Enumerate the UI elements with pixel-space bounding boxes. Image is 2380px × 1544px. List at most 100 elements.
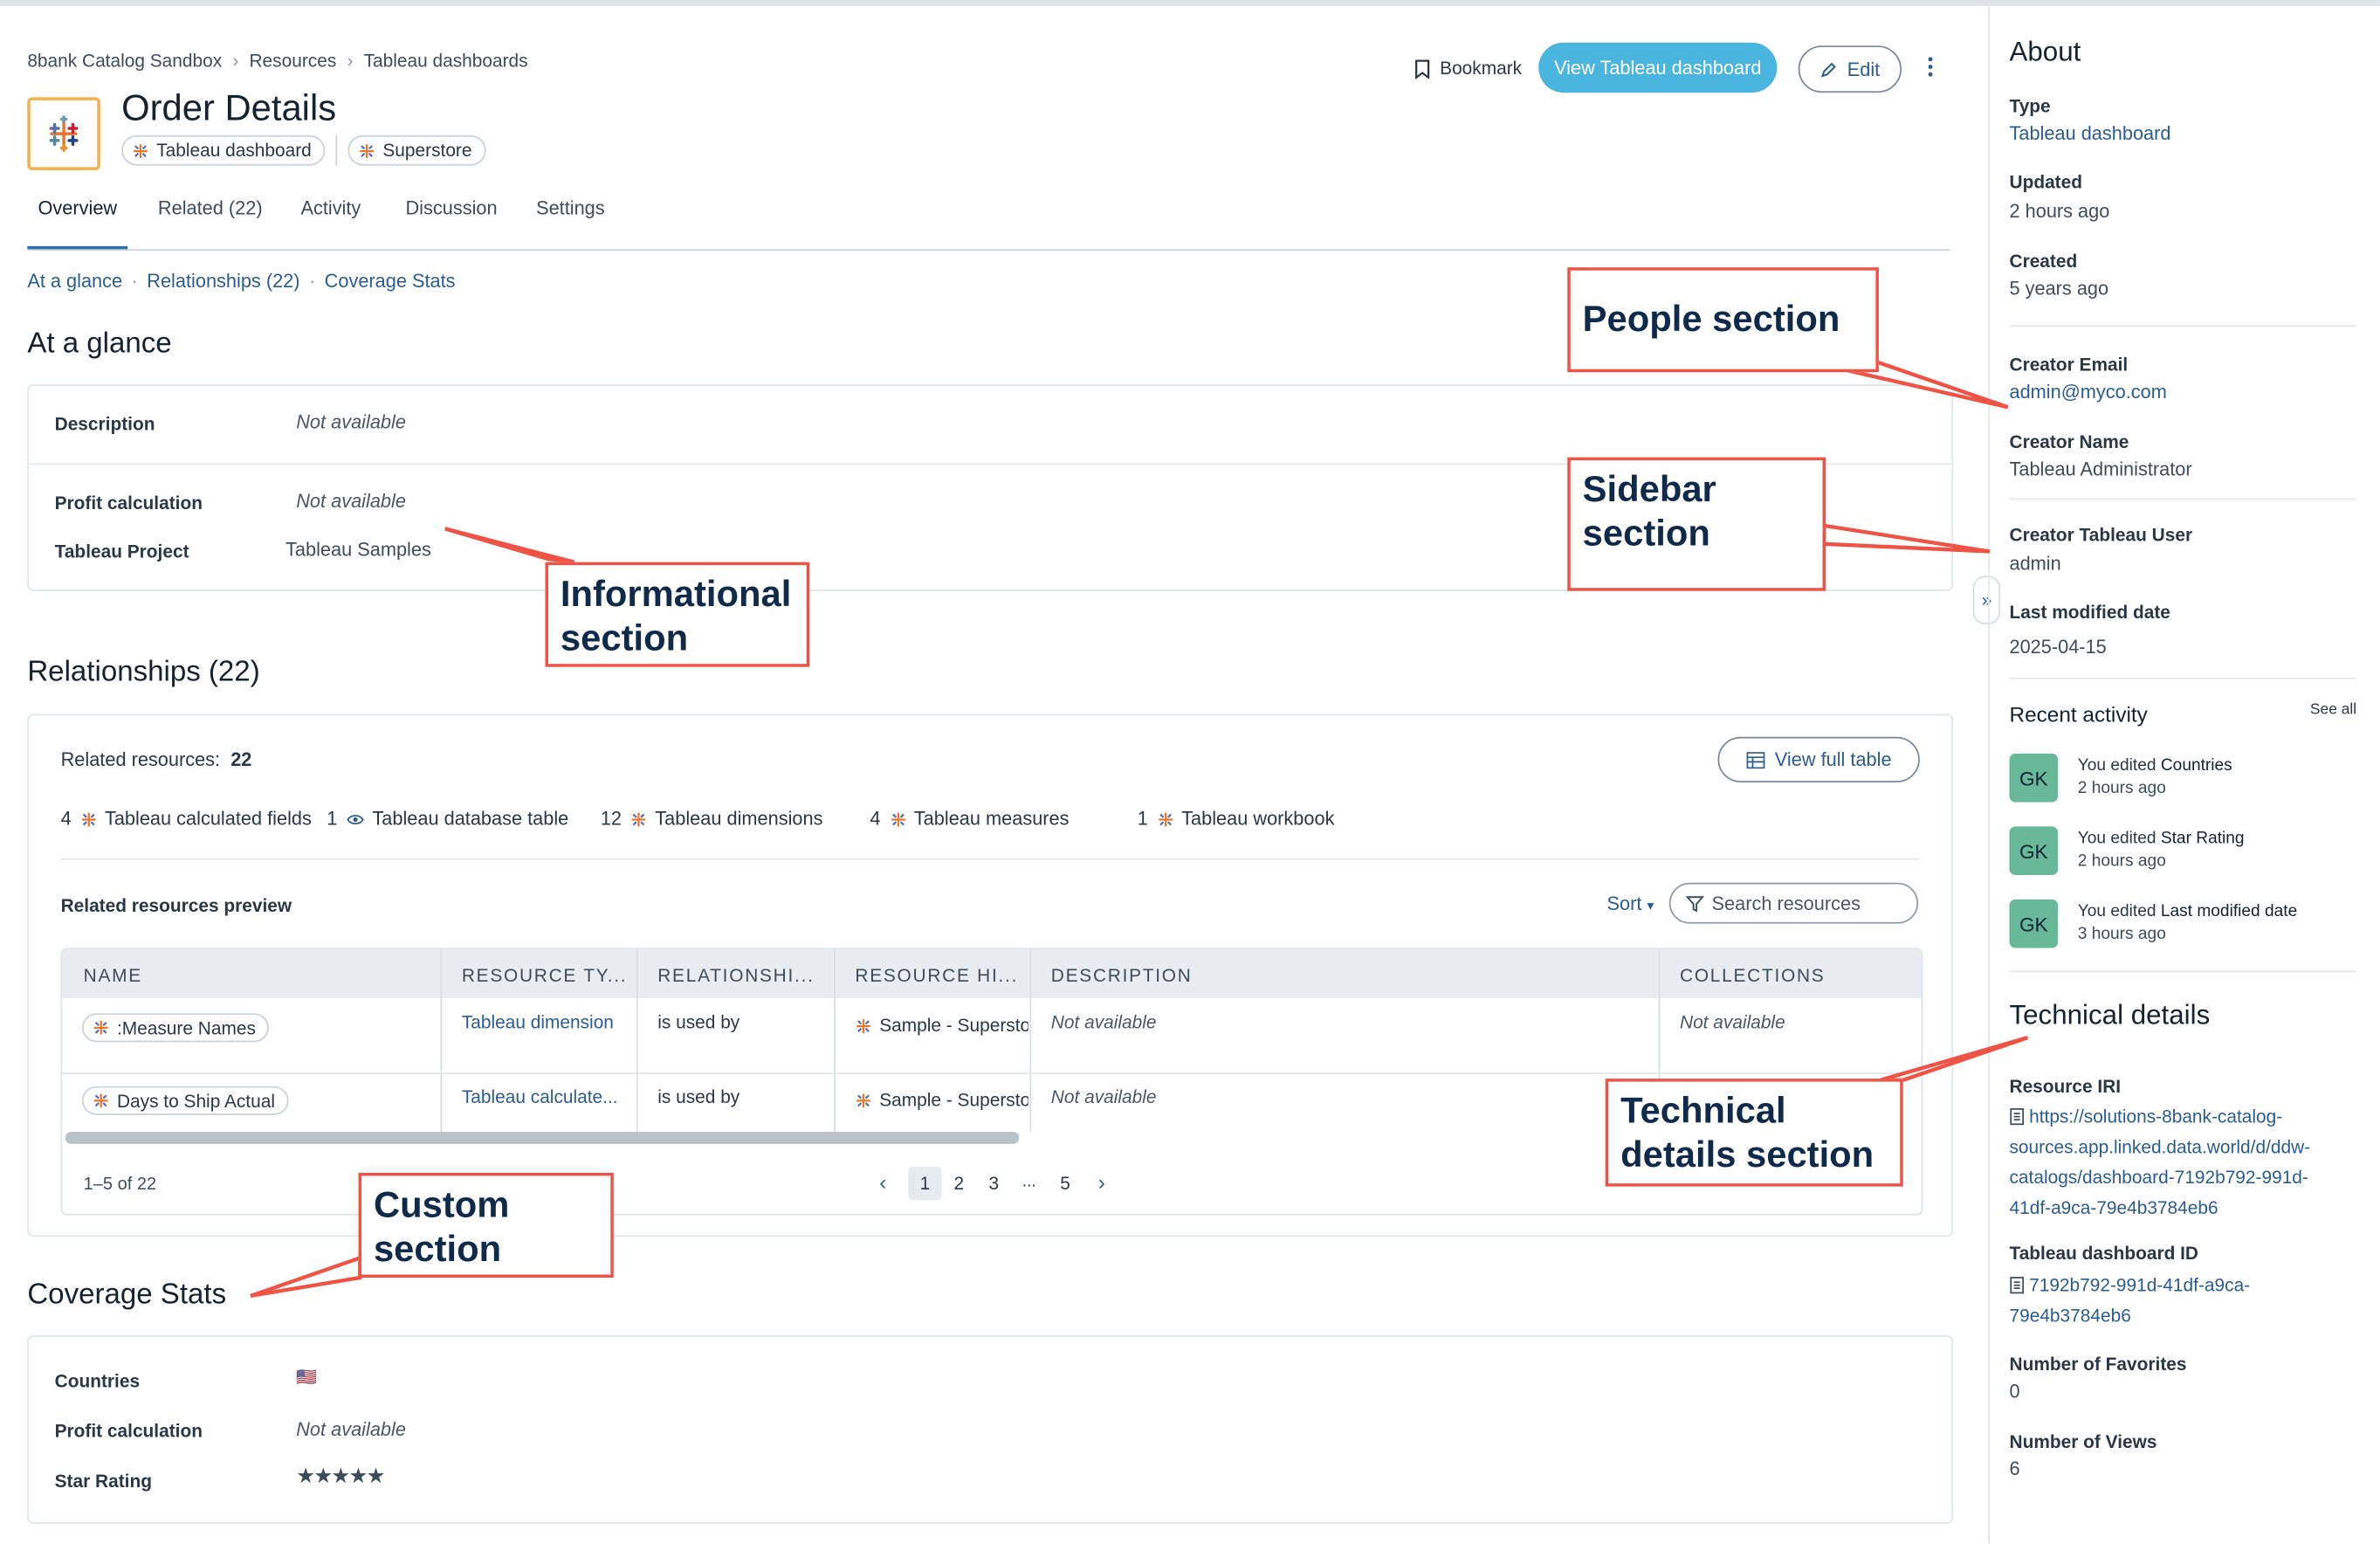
tab-overview[interactable]: Overview bbox=[38, 197, 117, 218]
anchor-relationships[interactable]: Relationships (22) bbox=[147, 271, 299, 292]
page-2-button[interactable]: 2 bbox=[953, 1173, 964, 1194]
project-chip-label: Superstore bbox=[382, 140, 472, 162]
activity-item[interactable]: GK You edited Star Rating 2 hours ago bbox=[2009, 826, 2245, 876]
tableau-icon bbox=[93, 1093, 109, 1109]
hierarchy-label: Sample - Superstore bbox=[879, 1089, 1028, 1111]
related-resources-count: Related resources: 22 bbox=[61, 749, 252, 770]
count-value: 4 bbox=[60, 808, 72, 830]
tableau-project-value: Tableau Samples bbox=[285, 539, 431, 561]
relationship-value: is used by bbox=[657, 1086, 740, 1108]
breadcrumb-item-catalog[interactable]: 8bank Catalog Sandbox bbox=[27, 50, 222, 71]
col-collections-header[interactable]: COLLECTIONS bbox=[1680, 965, 1893, 986]
tableau-icon bbox=[890, 810, 906, 827]
activity-prefix: You edited bbox=[2077, 902, 2161, 921]
project-chip[interactable]: Superstore bbox=[347, 134, 486, 166]
at-a-glance-heading: At a glance bbox=[27, 327, 172, 361]
avatar: GK bbox=[2009, 753, 2059, 803]
filter-icon bbox=[1685, 895, 1704, 912]
description-value: Not available bbox=[1050, 1086, 1157, 1108]
bookmark-button[interactable]: Bookmark bbox=[1414, 58, 1523, 79]
activity-time: 2 hours ago bbox=[2077, 779, 2166, 798]
bookmark-label: Bookmark bbox=[1440, 58, 1523, 79]
avatar: GK bbox=[2009, 899, 2059, 948]
created-label: Created bbox=[2009, 251, 2078, 272]
page-5-button[interactable]: 5 bbox=[1060, 1173, 1070, 1194]
resource-iri-link[interactable]: https://solutions-8bank-catalog- sources… bbox=[2009, 1101, 2310, 1223]
breadcrumb-item-resources[interactable]: Resources bbox=[249, 50, 336, 71]
creator-name-value: Tableau Administrator bbox=[2009, 458, 2192, 480]
copy-icon[interactable] bbox=[2009, 1276, 2025, 1294]
activity-text: You edited Countries bbox=[2078, 756, 2232, 775]
creator-user-value: admin bbox=[2009, 553, 2061, 575]
activity-item[interactable]: GK You edited Countries 2 hours ago bbox=[2009, 753, 2232, 803]
tab-activity[interactable]: Activity bbox=[300, 197, 361, 218]
view-dashboard-button[interactable]: View Tableau dashboard bbox=[1538, 42, 1778, 93]
creator-email-link[interactable]: admin@myco.com bbox=[2009, 382, 2166, 403]
table-row[interactable]: :Measure Names Tableau dimension is used… bbox=[62, 998, 1922, 1074]
type-link[interactable]: Tableau dashboard bbox=[2009, 123, 2170, 144]
tab-related[interactable]: Related (22) bbox=[158, 197, 263, 218]
chevron-left-icon[interactable]: ‹ bbox=[879, 1169, 894, 1194]
tableau-icon bbox=[1157, 810, 1173, 827]
profit-calc-label: Profit calculation bbox=[54, 492, 203, 514]
about-heading: About bbox=[2009, 36, 2081, 67]
last-modified-value: 2025-04-15 bbox=[2009, 636, 2107, 658]
tab-settings[interactable]: Settings bbox=[536, 197, 605, 218]
col-relationship-header[interactable]: RELATIONSHI... bbox=[657, 965, 828, 986]
type-chip[interactable]: Tableau dashboard bbox=[121, 134, 326, 166]
activity-target[interactable]: Star Rating bbox=[2161, 830, 2245, 848]
activity-target[interactable]: Countries bbox=[2161, 756, 2232, 775]
col-description-header[interactable]: DESCRIPTION bbox=[1051, 965, 1355, 986]
view-full-table-button[interactable]: View full table bbox=[1717, 736, 1920, 782]
see-all-link[interactable]: See all bbox=[2310, 702, 2356, 719]
tableau-icon bbox=[630, 810, 647, 827]
kebab-menu-icon[interactable] bbox=[1923, 55, 1937, 79]
breadcrumb-item-dashboards[interactable]: Tableau dashboards bbox=[364, 50, 528, 71]
page-1-button[interactable]: 1 bbox=[908, 1167, 942, 1201]
count-link-measures[interactable]: Tableau measures bbox=[914, 808, 1070, 829]
dashboard-id-label: Tableau dashboard ID bbox=[2009, 1242, 2199, 1265]
description-value: Not available bbox=[296, 411, 406, 433]
page-3-button[interactable]: 3 bbox=[988, 1173, 999, 1194]
collections-value: Not available bbox=[1679, 1011, 1785, 1033]
us-flag-icon: 🇺🇸 bbox=[296, 1367, 318, 1388]
activity-target[interactable]: Last modified date bbox=[2161, 902, 2297, 920]
count-link-calculated-fields[interactable]: Tableau calculated fields bbox=[105, 808, 312, 829]
sort-button[interactable]: Sort ▾ bbox=[1606, 893, 1654, 914]
resource-name-chip[interactable]: :Measure Names bbox=[81, 1013, 270, 1043]
related-count: 22 bbox=[230, 748, 252, 770]
callout-custom: Custom section bbox=[358, 1172, 614, 1279]
resource-name: :Measure Names bbox=[116, 1017, 256, 1039]
chevron-right-icon: › bbox=[347, 50, 354, 72]
creator-name-label: Creator Name bbox=[2009, 431, 2129, 453]
resource-name-chip[interactable]: Days to Ship Actual bbox=[81, 1086, 289, 1115]
col-name-header[interactable]: NAME bbox=[84, 965, 433, 986]
edit-button[interactable]: Edit bbox=[1798, 45, 1902, 93]
iri-line: catalogs/dashboard-7192b792-991d- bbox=[2009, 1167, 2308, 1189]
copy-icon[interactable] bbox=[2009, 1107, 2025, 1126]
search-resources-input[interactable]: Search resources bbox=[1668, 882, 1919, 924]
coverage-card: Countries 🇺🇸 Profit calculation Not avai… bbox=[27, 1335, 1954, 1524]
callout-people: People section bbox=[1567, 267, 1879, 373]
updated-label: Updated bbox=[2009, 171, 2082, 193]
count-link-workbook[interactable]: Tableau workbook bbox=[1181, 808, 1334, 829]
divider bbox=[2009, 677, 2356, 679]
divider bbox=[2009, 970, 2356, 973]
tab-discussion[interactable]: Discussion bbox=[405, 197, 497, 218]
section-anchors: At a glance · Relationships (22) · Coverage … bbox=[27, 270, 456, 293]
activity-text: You edited Last modified date bbox=[2078, 902, 2297, 920]
resource-type-link[interactable]: Tableau dimension bbox=[462, 1012, 629, 1033]
dashboard-id-link[interactable]: 7192b792-991d-41df-a9ca- 79e4b3784eb6 bbox=[2009, 1270, 2250, 1331]
breadcrumb: 8bank Catalog Sandbox › Resources › Tableau … bbox=[27, 50, 527, 71]
activity-item[interactable]: GK You edited Last modified date 3 hours… bbox=[2009, 899, 2297, 948]
horizontal-scrollbar[interactable] bbox=[65, 1132, 1020, 1144]
count-link-database-table[interactable]: Tableau database table bbox=[372, 808, 568, 829]
tableau-project-label: Tableau Project bbox=[54, 541, 189, 562]
resource-type-link[interactable]: Tableau calculate... bbox=[462, 1086, 629, 1107]
chevron-right-icon[interactable]: › bbox=[1098, 1169, 1113, 1194]
anchor-at-a-glance[interactable]: At a glance bbox=[27, 271, 122, 292]
count-link-dimensions[interactable]: Tableau dimensions bbox=[655, 808, 822, 829]
col-hierarchy-header[interactable]: RESOURCE HI... bbox=[855, 965, 1025, 986]
anchor-coverage[interactable]: Coverage Stats bbox=[325, 271, 456, 292]
col-type-header[interactable]: RESOURCE TY... bbox=[462, 965, 632, 986]
